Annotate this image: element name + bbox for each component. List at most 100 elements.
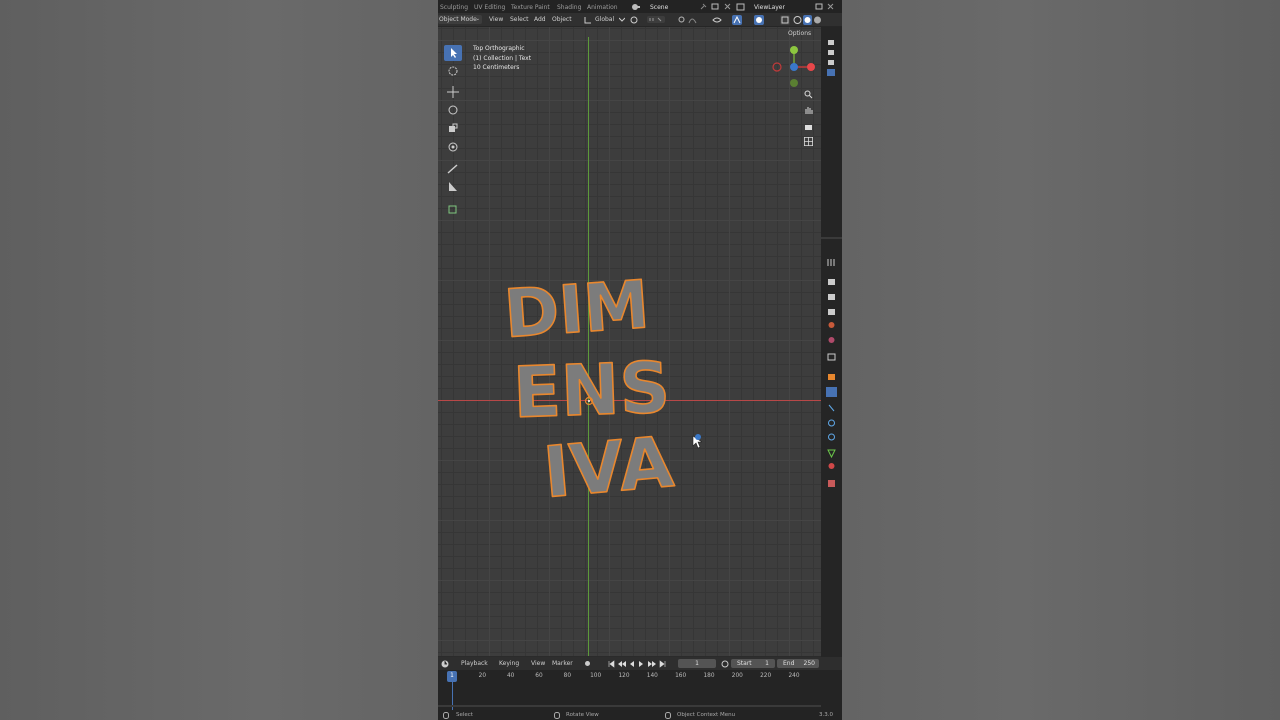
frame-tick-label: 240: [788, 673, 800, 679]
chevron-down-icon: [619, 17, 625, 22]
tab-sculpting[interactable]: Sculpting: [440, 3, 468, 12]
material-shading-icon[interactable]: [813, 15, 822, 25]
tab-uv-editing[interactable]: UV Editing: [474, 3, 505, 12]
orientation-dropdown[interactable]: Global: [595, 15, 614, 24]
proportional-editing-icon[interactable]: [678, 16, 685, 23]
add-cube-tool-button[interactable]: [444, 201, 462, 217]
menu-add[interactable]: Add: [534, 15, 546, 24]
frame-tick-label: 80: [563, 673, 572, 679]
scene-name[interactable]: Scene: [650, 3, 668, 12]
frame-tick-label: 1: [450, 673, 454, 679]
zoom-icon[interactable]: [804, 90, 813, 99]
tab-shading[interactable]: Shading: [557, 3, 581, 12]
mouse-middle-icon: [554, 712, 560, 719]
pin-icon[interactable]: [700, 3, 707, 10]
visibility-icon[interactable]: [712, 16, 722, 24]
delete-view-layer-icon[interactable]: [827, 3, 834, 10]
xray-icon[interactable]: [780, 15, 790, 25]
move-tool-button[interactable]: [444, 84, 462, 100]
camera-view-icon[interactable]: [804, 122, 813, 131]
timeline-scrollbar[interactable]: [438, 705, 821, 707]
right-blurred-background: [842, 0, 1280, 720]
grid-scale: 10 Centimeters: [473, 64, 520, 71]
3d-cursor-icon: [448, 66, 458, 76]
frame-tick-label: 60: [535, 673, 543, 679]
view-layer-name[interactable]: ViewLayer: [754, 3, 785, 12]
falloff-icon[interactable]: [688, 15, 697, 24]
new-scene-icon[interactable]: [711, 3, 719, 10]
text-line-2: ENS: [512, 347, 672, 434]
status-select: Select: [456, 712, 473, 718]
gizmo-toggle-icon[interactable]: [732, 15, 742, 25]
select-tool-button[interactable]: [444, 45, 462, 61]
navigation-gizmo[interactable]: [772, 43, 818, 89]
annotate-tool-button[interactable]: [444, 161, 462, 177]
frame-tick-label: 160: [675, 673, 687, 679]
perspective-grid-icon[interactable]: [804, 137, 813, 146]
frame-tick-label: 220: [760, 673, 772, 679]
mode-label: Object Mode: [439, 16, 477, 23]
frame-tick-label: 100: [590, 673, 602, 679]
pan-hand-icon[interactable]: [804, 106, 813, 115]
pivot-icon[interactable]: [630, 16, 639, 24]
properties-tabs[interactable]: [826, 259, 837, 491]
3d-viewport[interactable]: DIM ENS IVA Top Orthographic (1) Collect…: [438, 27, 821, 656]
mouse-left-icon: [443, 712, 449, 719]
view-layer-icon[interactable]: [736, 3, 746, 11]
menu-select[interactable]: Select: [510, 15, 529, 24]
frame-tick-label: 20: [478, 673, 487, 679]
scene-icon[interactable]: [631, 3, 641, 11]
scale-icon: [449, 123, 458, 132]
menu-view[interactable]: View: [489, 15, 503, 24]
tab-animation[interactable]: Animation: [587, 3, 618, 12]
text-line-1: DIM: [502, 266, 652, 353]
status-rotate: Rotate View: [566, 712, 599, 718]
frame-tick-label: 140: [646, 673, 658, 679]
left-blurred-background: [0, 0, 438, 720]
frame-tick-label: 120: [618, 673, 630, 679]
frame-ruler[interactable]: 1 20 40 60 80 100 120 140 160 180 200 220 240: [438, 657, 842, 710]
mouse-right-icon: [665, 712, 671, 719]
cursor-tool-button[interactable]: [444, 63, 462, 79]
status-context: Object Context Menu: [677, 712, 736, 718]
camera-icons[interactable]: [827, 39, 835, 79]
new-view-layer-icon[interactable]: [815, 3, 823, 10]
status-bar: Select Rotate View Object Context Menu 3…: [438, 710, 842, 720]
viewport-header: Object Mode ⌄ View Select Add Object Glo…: [438, 13, 842, 27]
rotate-icon: [448, 105, 458, 115]
measure-tool-button[interactable]: [444, 179, 462, 195]
wireframe-shading-icon[interactable]: [793, 15, 802, 25]
properties-strip: [821, 27, 842, 720]
chevron-down-icon: ⌄: [475, 16, 480, 22]
object-origin-icon: [584, 396, 594, 406]
options-dropdown[interactable]: Options: [788, 30, 811, 37]
add-cube-icon: [448, 205, 457, 214]
solid-shading-icon[interactable]: [803, 15, 812, 25]
text-line-3: IVA: [540, 421, 676, 514]
frame-tick-label: 40: [506, 673, 515, 679]
frame-tick-label: 180: [703, 673, 715, 679]
overlays-icon[interactable]: [754, 15, 764, 25]
text-object[interactable]: DIM ENS IVA: [498, 257, 758, 517]
orientation-icon: [584, 17, 591, 24]
mode-dropdown[interactable]: Object Mode ⌄: [438, 15, 482, 24]
collection-info: (1) Collection | Text: [473, 54, 532, 62]
rotate-tool-button[interactable]: [444, 102, 462, 118]
delete-scene-icon[interactable]: [724, 3, 731, 10]
frame-tick-label: 200: [731, 673, 743, 679]
move-icon: [447, 86, 459, 98]
snap-icon[interactable]: [646, 15, 666, 24]
transform-tool-button[interactable]: [444, 139, 462, 155]
version-label: 3.3.0: [819, 712, 833, 718]
scale-tool-button[interactable]: [444, 121, 462, 137]
menu-object[interactable]: Object: [552, 15, 572, 24]
view-name: Top Orthographic: [473, 45, 525, 52]
cursor-arrow-icon: [451, 48, 457, 58]
snap-target-icon: [695, 434, 701, 440]
timeline-editor: Playback Keying View Marker 1 Start 1 En…: [438, 657, 842, 710]
blender-window: Sculpting UV Editing Texture Paint Shadi…: [438, 0, 842, 720]
tab-texture-paint[interactable]: Texture Paint: [511, 3, 550, 12]
transform-icon: [448, 142, 458, 152]
pencil-icon: [447, 164, 458, 174]
ruler-icon: [449, 182, 457, 191]
